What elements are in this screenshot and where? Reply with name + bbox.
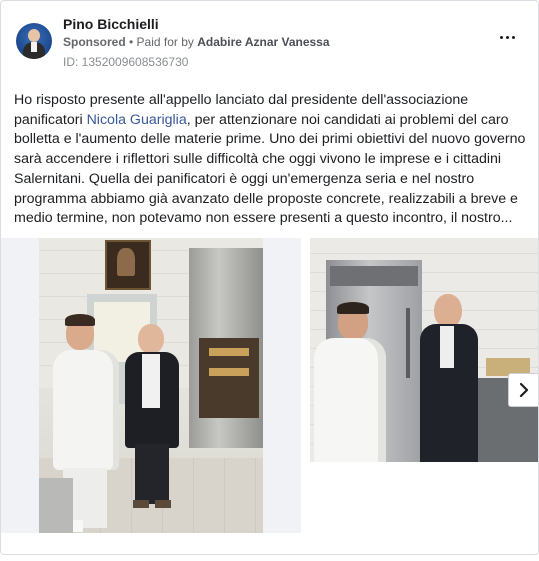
carousel-image-1[interactable] [1,238,301,533]
ad-id: ID: 1352009608536730 [63,55,189,69]
image-carousel [1,238,538,538]
meta-separator: • [125,35,137,49]
ad-post-card: Pino Bicchielli Sponsored • Paid for by … [0,0,539,555]
paid-by-name[interactable]: Adabire Aznar Vanessa [197,35,329,49]
bakery-photo-1 [39,238,263,533]
paid-for-prefix: Paid for by [136,35,198,49]
post-text-part-2: , per attenzionare noi candidati ai prob… [14,111,526,227]
post-text: Ho risposto presente all'appello lanciat… [14,91,526,229]
carousel-image-2[interactable] [310,238,538,462]
sponsored-meta: Sponsored • Paid for by Adabire Aznar Va… [63,35,330,49]
more-options-icon[interactable] [497,31,517,43]
author-name[interactable]: Pino Bicchielli [63,16,159,32]
avatar[interactable] [16,23,52,59]
mention-link[interactable]: Nicola Guariglia [87,112,187,128]
carousel-next-button[interactable] [508,373,538,407]
chevron-right-icon [519,383,529,397]
sponsored-label: Sponsored [63,35,126,49]
